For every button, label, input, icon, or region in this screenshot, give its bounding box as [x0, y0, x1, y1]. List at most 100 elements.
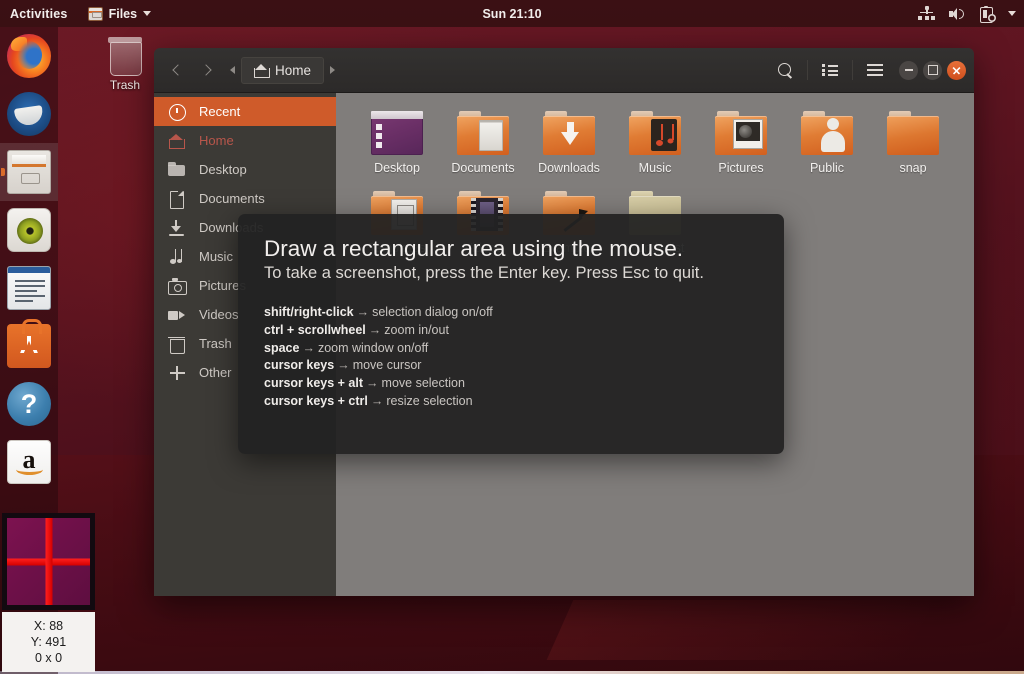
- file-item-label: Documents: [451, 161, 515, 175]
- close-button[interactable]: [947, 60, 966, 80]
- shortcut-row: space → zoom window on/off: [264, 340, 758, 358]
- top-bar: Activities Files Sun 21:10: [0, 0, 1024, 27]
- volume-icon[interactable]: [948, 6, 965, 22]
- files-icon: [87, 6, 103, 21]
- snap-folder-icon: [887, 111, 939, 155]
- shortcut-keys: space: [264, 340, 300, 355]
- file-item-label: Music: [638, 161, 672, 175]
- download-icon: [168, 219, 185, 236]
- music-icon: [168, 248, 185, 265]
- selection-size: 0 x 0: [34, 651, 63, 665]
- libreoffice-writer-icon: [7, 266, 51, 310]
- overlay-title: Draw a rectangular area using the mouse.: [264, 236, 683, 261]
- music-folder-icon: [629, 111, 681, 155]
- shortcut-action: zoom window on/off: [317, 340, 429, 355]
- view-toggle-button[interactable]: [811, 55, 849, 85]
- arrow-icon: →: [337, 358, 350, 373]
- file-item-label: Desktop: [374, 161, 420, 175]
- file-item-desktop[interactable]: Desktop: [354, 107, 440, 175]
- sidebar-item-label: Desktop: [199, 162, 247, 177]
- sidebar-item-desktop[interactable]: Desktop: [154, 155, 336, 184]
- sidebar-item-label: Trash: [199, 336, 232, 351]
- breadcrumb-item-home[interactable]: Home: [241, 56, 325, 84]
- shortcut-row: cursor keys → move cursor: [264, 357, 758, 375]
- search-button[interactable]: [766, 55, 804, 85]
- arrow-icon: →: [370, 393, 384, 408]
- power-icon[interactable]: [978, 5, 996, 23]
- dock-item-firefox[interactable]: [0, 27, 58, 85]
- coordinate-readout: X: 88 Y: 491 0 x 0: [2, 612, 95, 672]
- shortcut-row: cursor keys + alt → move selection: [264, 375, 758, 393]
- shortcut-keys: ctrl + scrollwheel: [264, 322, 366, 337]
- dock-item-writer[interactable]: [0, 259, 58, 317]
- folder-icon: [168, 161, 185, 178]
- sidebar-item-recent[interactable]: Recent: [154, 97, 336, 126]
- dock-item-thunderbird[interactable]: [0, 85, 58, 143]
- clock-icon: [168, 103, 186, 121]
- dock-item-software[interactable]: [0, 317, 58, 375]
- breadcrumb: Home: [224, 56, 341, 84]
- minimize-button[interactable]: [899, 60, 918, 80]
- dock-item-files[interactable]: [0, 143, 58, 201]
- back-button[interactable]: [164, 57, 192, 83]
- desktop-icon-trash[interactable]: Trash: [99, 36, 151, 92]
- hamburger-menu-icon: [867, 64, 883, 76]
- breadcrumb-scroll-right-icon[interactable]: [330, 66, 336, 74]
- file-item-label: Public: [809, 161, 845, 175]
- crosshair-icon: [7, 518, 90, 605]
- shortcut-row: ctrl + scrollwheel → zoom in/out: [264, 322, 758, 340]
- menu-button[interactable]: [856, 55, 894, 85]
- file-item-downloads[interactable]: Downloads: [526, 107, 612, 175]
- dock-item-rhythmbox[interactable]: [0, 201, 58, 259]
- breadcrumb-scroll-left-icon[interactable]: [230, 66, 235, 74]
- breadcrumb-label: Home: [275, 62, 312, 78]
- sidebar-item-label: Home: [199, 133, 234, 148]
- coordinate-x: X: 88: [33, 619, 64, 633]
- system-tray: [918, 5, 1016, 23]
- screenshot-help-overlay: Draw a rectangular area using the mouse.…: [238, 214, 784, 454]
- plus-icon: [168, 365, 185, 381]
- help-icon: ?: [7, 382, 51, 426]
- shortcut-action: resize selection: [386, 393, 473, 408]
- shortcut-keys: shift/right-click: [264, 305, 354, 320]
- network-icon[interactable]: [918, 5, 935, 22]
- trash-icon: [108, 36, 142, 76]
- arrow-icon: →: [356, 305, 370, 320]
- thunderbird-icon: [7, 92, 51, 136]
- app-menu-files[interactable]: Files: [80, 6, 160, 21]
- files-icon: [7, 150, 51, 194]
- activities-button[interactable]: Activities: [0, 7, 80, 21]
- maximize-button[interactable]: [923, 60, 942, 80]
- dock-item-help[interactable]: ?: [0, 375, 58, 433]
- shortcut-keys: cursor keys + ctrl: [264, 393, 368, 408]
- file-item-label: Pictures: [718, 161, 764, 175]
- sidebar-item-home[interactable]: Home: [154, 126, 336, 155]
- public-folder-icon: [801, 111, 853, 155]
- desktop-screen: Activities Files Sun 21:10 ? a Trash Hom…: [0, 0, 1024, 674]
- forward-button[interactable]: [192, 57, 220, 83]
- dock-item-amazon[interactable]: a: [0, 433, 58, 491]
- firefox-icon: [7, 34, 51, 78]
- sidebar-item-documents[interactable]: Documents: [154, 184, 336, 213]
- shortcut-action: zoom in/out: [384, 322, 449, 337]
- app-menu-label: Files: [108, 6, 138, 21]
- chevron-down-icon[interactable]: [1008, 11, 1016, 16]
- file-grid-row: Desktop Documents Downloads Music Pictur…: [354, 107, 974, 175]
- file-item-label: Downloads: [538, 161, 600, 175]
- sidebar-item-label: Recent: [199, 104, 241, 119]
- file-item-pictures[interactable]: Pictures: [698, 107, 784, 175]
- shortcut-row: cursor keys + ctrl → resize selection: [264, 393, 758, 411]
- sidebar-item-label: Documents: [199, 191, 265, 206]
- downloads-folder-icon: [543, 111, 595, 155]
- shortcut-keys: cursor keys: [264, 358, 335, 373]
- video-icon: [168, 307, 185, 323]
- camera-icon: [168, 278, 187, 295]
- shortcut-keys: cursor keys + alt: [264, 376, 364, 391]
- file-item-snap[interactable]: snap: [870, 107, 956, 175]
- divider: [807, 60, 808, 80]
- file-item-documents[interactable]: Documents: [440, 107, 526, 175]
- file-item-label: snap: [899, 161, 927, 175]
- file-manager-headerbar: Home: [154, 48, 974, 93]
- file-item-music[interactable]: Music: [612, 107, 698, 175]
- file-item-public[interactable]: Public: [784, 107, 870, 175]
